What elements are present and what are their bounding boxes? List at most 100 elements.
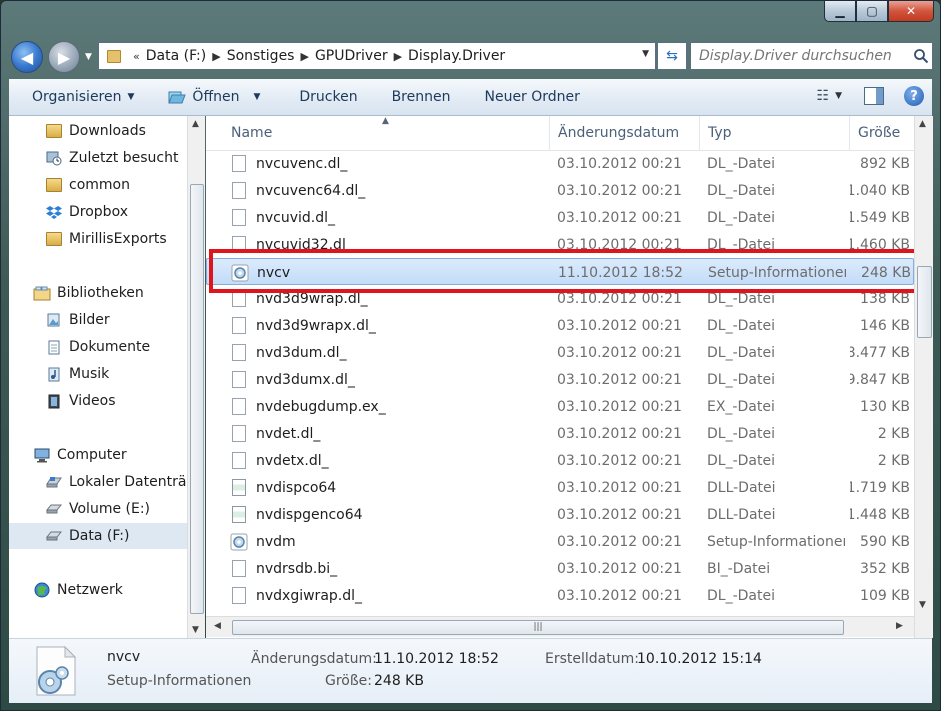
sidebar-item-drive-c[interactable]: Lokaler Datenträger (C:) [9,469,187,495]
table-row[interactable]: nvd3dum.dl_ 03.10.2012 00:21 DL_-Datei 8.47… [206,339,914,366]
file-icon [232,587,246,604]
chevron-right-icon[interactable]: ▶ [394,50,402,63]
scroll-down-icon[interactable]: ▼ [192,625,199,635]
help-icon[interactable]: ? [904,86,924,106]
table-row[interactable]: nvdispco64 03.10.2012 00:21 DLL-Datei 1.719… [206,474,914,501]
file-name-cell[interactable]: nvcuvid.dl_ [206,204,550,231]
column-type[interactable]: Typ [700,116,850,150]
sidebar-item-videos[interactable]: Videos [9,388,187,414]
table-row[interactable]: nvcuvenc.dl_ 03.10.2012 00:21 DL_-Datei 892… [206,150,914,177]
search-icon[interactable] [910,45,932,67]
open-button[interactable]: Öffnen ▼ [151,89,277,105]
refresh-icon: ⇆ [666,48,678,64]
file-list-horizontal-scrollbar[interactable]: ◀ ||| ▶ [206,616,914,637]
sidebar-item-music[interactable]: Musik [9,361,187,387]
sidebar-item-drive-f[interactable]: Data (F:) [9,523,187,549]
breadcrumb-overflow-icon[interactable]: « [133,50,140,63]
sidebar-item-libraries[interactable]: Bibliotheken [9,280,187,306]
scroll-down-icon[interactable]: ▼ [919,600,926,610]
minimize-button[interactable]: ▁ [824,1,856,22]
file-icon [232,317,246,334]
recent-pages-dropdown[interactable]: ▼ [85,52,92,62]
table-row[interactable]: nvcuvenc64.dl_ 03.10.2012 00:21 DL_-Datei 1… [206,177,914,204]
preview-pane-icon[interactable] [864,87,884,105]
scroll-right-icon[interactable]: ▶ [896,621,903,631]
file-name-cell[interactable]: nvdispgenco64 [206,501,550,528]
search-input[interactable] [691,44,910,68]
refresh-button[interactable]: ⇆ [657,42,687,70]
table-row[interactable]: nvdrsdb.bi_ 03.10.2012 00:21 BI_-Datei 352 … [206,555,914,582]
file-name-cell[interactable]: nvdet.dl_ [206,420,550,447]
file-size-cell: 1.040 KB [850,182,910,199]
sidebar-item-dropbox[interactable]: Dropbox [9,199,187,225]
scroll-up-icon[interactable]: ▲ [192,119,199,129]
address-bar[interactable]: « Data (F:) ▶ Sonstiges ▶ GPUDriver ▶ Di… [98,42,656,70]
file-date-cell: 03.10.2012 00:21 [557,587,682,604]
scroll-up-icon[interactable]: ▲ [919,119,926,129]
scrollbar-thumb[interactable]: ||| [232,620,844,635]
file-name-cell[interactable]: nvcuvenc.dl_ [206,150,550,177]
sidebar-item-common[interactable]: common [9,172,187,198]
table-row[interactable]: nvd3d9wrapx.dl_ 03.10.2012 00:21 DL_-Datei… [206,312,914,339]
table-row[interactable]: nvcuvid.dl_ 03.10.2012 00:21 DL_-Datei 1.54… [206,204,914,231]
sidebar-item-recent[interactable]: Zuletzt besucht [9,145,187,171]
sidebar-item-mirillisexports[interactable]: MirillisExports [9,226,187,252]
breadcrumb-item[interactable]: Sonstiges [227,48,295,64]
table-row[interactable]: nvdet.dl_ 03.10.2012 00:21 DL_-Datei 2 KB [206,420,914,447]
file-name-cell[interactable]: nvdrsdb.bi_ [206,555,550,582]
column-date[interactable]: Änderungsdatum [550,116,700,150]
sidebar-item-downloads[interactable]: Downloads [9,118,187,144]
file-name-cell[interactable]: nvdm [206,528,550,555]
scroll-left-icon[interactable]: ◀ [214,621,221,631]
table-row[interactable]: nvdetx.dl_ 03.10.2012 00:21 DL_-Datei 2 KB [206,447,914,474]
scrollbar-thumb[interactable] [190,184,204,614]
sidebar-item-computer[interactable]: Computer [9,442,187,468]
breadcrumb-item[interactable]: GPUDriver [315,48,388,64]
sidebar-item-drive-e[interactable]: Volume (E:) [9,496,187,522]
table-row[interactable]: nvdebugdump.ex_ 03.10.2012 00:21 EX_-Datei… [206,393,914,420]
details-pane: nvcv Setup-Informationen Änderungsdatum:… [9,638,932,703]
address-dropdown-icon[interactable]: ▼ [642,49,649,59]
back-button[interactable]: ◀ [11,41,43,73]
file-name-cell[interactable]: nvd3d9wrapx.dl_ [206,312,550,339]
table-row[interactable]: nvd3dumx.dl_ 03.10.2012 00:21 DL_-Datei 9.8… [206,366,914,393]
maximize-button[interactable]: ▢ [856,1,888,22]
chevron-right-icon[interactable]: ▶ [212,50,220,63]
view-dropdown-icon[interactable]: ▼ [835,91,842,101]
search-box[interactable] [690,42,933,70]
music-icon [45,366,63,382]
column-name[interactable]: Name [223,116,550,150]
navigation-pane-scrollbar[interactable]: ▲ ▼ [187,116,205,638]
organize-button[interactable]: Organisieren ▼ [9,89,151,105]
table-row[interactable]: nvdm 03.10.2012 00:21 Setup-Informationen 5… [206,528,914,555]
burn-button[interactable]: Brennen [375,89,468,105]
file-name-cell[interactable]: nvd3dum.dl_ [206,339,550,366]
view-options-icon[interactable]: ☷ [817,88,830,104]
forward-button[interactable]: ▶ [48,41,80,73]
file-name-cell[interactable]: nvdispco64 [206,474,550,501]
print-button[interactable]: Drucken [277,89,374,105]
file-name-cell[interactable]: nvcuvenc64.dl_ [206,177,550,204]
sidebar-item-pictures[interactable]: Bilder [9,307,187,333]
file-name-cell[interactable]: nvdebugdump.ex_ [206,393,550,420]
breadcrumb-item[interactable]: Display.Driver [408,48,505,64]
file-name-cell[interactable]: nvdxgiwrap.dl_ [206,582,550,609]
breadcrumb-item[interactable]: Data (F:) [146,48,206,64]
scrollbar-thumb[interactable] [917,266,932,338]
title-bar: ▁ ▢ ✕ [1,1,940,37]
sidebar-item-documents[interactable]: Dokumente [9,334,187,360]
new-folder-button[interactable]: Neuer Ordner [467,89,596,105]
table-row[interactable]: nvdispgenco64 03.10.2012 00:21 DLL-Datei 1.… [206,501,914,528]
documents-icon [45,339,63,355]
sidebar-item-network[interactable]: Netzwerk [9,577,187,603]
file-date-cell: 03.10.2012 00:21 [557,155,682,172]
chevron-right-icon[interactable]: ▶ [300,50,308,63]
sidebar-item-label: Downloads [69,123,146,139]
file-list-vertical-scrollbar[interactable]: ▲ ▼ [914,116,933,638]
close-button[interactable]: ✕ [888,1,934,22]
table-row[interactable]: nvdxgiwrap.dl_ 03.10.2012 00:21 DL_-Datei 1… [206,582,914,609]
file-size-cell: 2 KB [877,425,910,442]
sidebar-item-label: Videos [69,393,116,409]
file-name-cell[interactable]: nvd3dumx.dl_ [206,366,550,393]
file-name-cell[interactable]: nvdetx.dl_ [206,447,550,474]
